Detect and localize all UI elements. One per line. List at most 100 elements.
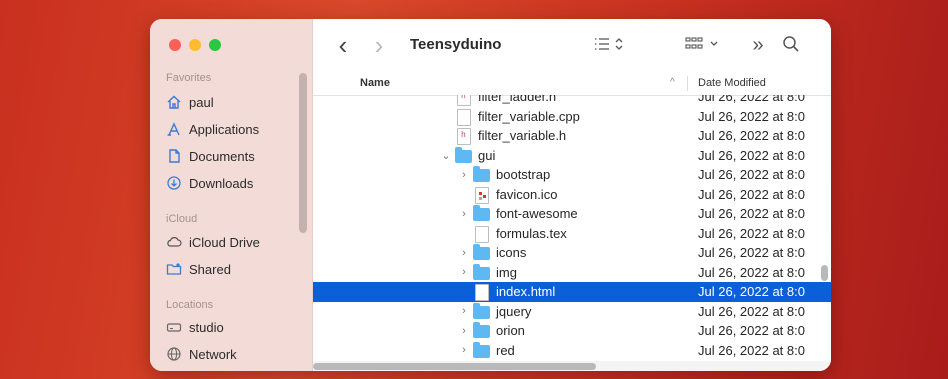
disclosure-open-icon[interactable]: ⌄	[439, 149, 453, 162]
row-name-cell: › font-awesome	[457, 204, 578, 224]
file-name: jquery	[496, 303, 532, 319]
date-modified: Jul 26, 2022 at 8:0	[698, 225, 805, 241]
file-row[interactable]: filter_ladder.h Jul 26, 2022 at 8:0	[313, 95, 831, 107]
disclosure-closed-icon[interactable]: ›	[457, 305, 471, 317]
forward-button[interactable]: ›	[369, 30, 389, 60]
back-button[interactable]: ‹	[333, 30, 353, 60]
search-button[interactable]	[779, 34, 803, 58]
name-column-header[interactable]: Name	[360, 77, 390, 89]
document-file-icon	[473, 284, 490, 302]
disclosure-closed-icon[interactable]: ›	[457, 247, 471, 259]
horizontal-scroll-thumb[interactable]	[313, 363, 596, 370]
date-modified: Jul 26, 2022 at 8:0	[698, 264, 805, 280]
document-icon	[166, 148, 182, 164]
sidebar-item-documents[interactable]: Documents	[166, 145, 255, 167]
grid-icon	[684, 34, 728, 59]
date-column-header[interactable]: Date Modified	[698, 77, 766, 89]
row-name-cell: ⌄ gui	[439, 146, 495, 166]
row-name-cell: › bootstrap	[457, 165, 550, 185]
sidebar-item-studio[interactable]: studio	[166, 316, 224, 338]
row-name-cell: filter_ladder.h	[439, 95, 556, 107]
file-row[interactable]: filter_variable.cpp Jul 26, 2022 at 8:0	[313, 107, 831, 127]
folder-icon	[455, 146, 472, 163]
date-modified: Jul 26, 2022 at 8:0	[698, 206, 805, 221]
date-modified: Jul 26, 2022 at 8:0	[698, 108, 805, 124]
horizontal-scrollbar[interactable]	[313, 361, 831, 371]
sidebar-item-downloads[interactable]: Downloads	[166, 172, 253, 194]
applications-icon	[166, 121, 182, 137]
sidebar-item-paul[interactable]: paul	[166, 91, 214, 113]
file-name: index.html	[496, 284, 556, 300]
file-row[interactable]: filter_variable.h Jul 26, 2022 at 8:0	[313, 126, 831, 146]
finder-window: Favorites paul Applications Documents Do…	[150, 19, 831, 371]
date-modified: Jul 26, 2022 at 8:0	[698, 284, 805, 299]
folder-row[interactable]: › font-awesome Jul 26, 2022 at 8:0	[313, 204, 831, 224]
home-icon	[166, 94, 182, 110]
file-name: orion	[496, 323, 525, 339]
row-name-cell: favicon.ico	[457, 185, 557, 205]
folder-icon	[473, 263, 490, 280]
row-name-cell: › orion	[457, 321, 525, 341]
date-modified: Jul 26, 2022 at 8:0	[698, 128, 805, 143]
icloud-heading: iCloud	[166, 213, 198, 225]
folder-icon	[473, 205, 490, 222]
group-button[interactable]	[683, 35, 729, 57]
row-name-cell: index.html	[457, 282, 555, 302]
sidebar-scrollbar[interactable]	[299, 73, 307, 233]
file-row[interactable]: formulas.tex Jul 26, 2022 at 8:0	[313, 224, 831, 244]
folder-icon	[473, 244, 490, 261]
disclosure-closed-icon[interactable]: ›	[457, 208, 471, 220]
window-title: Teensyduino	[410, 36, 502, 53]
shared-folder-icon	[166, 261, 182, 277]
row-name-cell: filter_variable.h	[439, 126, 566, 146]
disclosure-closed-icon[interactable]: ›	[457, 169, 471, 181]
disclosure-closed-icon[interactable]: ›	[457, 325, 471, 337]
folder-row[interactable]: › red Jul 26, 2022 at 8:0	[313, 341, 831, 361]
folder-row[interactable]: › bootstrap Jul 26, 2022 at 8:0	[313, 165, 831, 185]
download-icon	[166, 175, 182, 191]
file-list: filter_ladder.hJul 26, 2022 at 8:0filter…	[313, 95, 831, 365]
disclosure-closed-icon[interactable]: ›	[457, 344, 471, 356]
date-modified: Jul 26, 2022 at 8:0	[698, 186, 805, 202]
folder-row[interactable]: › icons Jul 26, 2022 at 8:0	[313, 243, 831, 263]
sidebar-item-network[interactable]: Network	[166, 343, 237, 365]
header-file-icon	[455, 128, 472, 146]
header-file-icon	[455, 95, 472, 107]
file-row[interactable]: index.html Jul 26, 2022 at 8:0	[313, 282, 831, 302]
sidebar-item-shared[interactable]: Shared	[166, 258, 231, 280]
file-name: gui	[478, 147, 496, 163]
date-modified: Jul 26, 2022 at 8:0	[698, 95, 805, 104]
folder-icon	[473, 302, 490, 319]
cloud-icon	[166, 234, 182, 250]
disclosure-closed-icon[interactable]: ›	[457, 266, 471, 278]
date-modified: Jul 26, 2022 at 8:0	[698, 147, 805, 163]
folder-row[interactable]: › orion Jul 26, 2022 at 8:0	[313, 321, 831, 341]
favorites-heading: Favorites	[166, 72, 212, 84]
minimize-button[interactable]	[189, 39, 201, 51]
folder-icon	[473, 341, 490, 358]
file-name: bootstrap	[496, 167, 551, 183]
row-name-cell: › icons	[457, 243, 526, 263]
view-options-button[interactable]	[592, 36, 632, 56]
folder-row[interactable]: › jquery Jul 26, 2022 at 8:0	[313, 302, 831, 322]
zoom-button[interactable]	[209, 39, 221, 51]
document-file-icon	[473, 225, 490, 243]
close-button[interactable]	[169, 39, 181, 51]
drive-icon	[166, 319, 182, 335]
sidebar-item-applications[interactable]: Applications	[166, 118, 259, 140]
sidebar-item-icloud-drive[interactable]: iCloud Drive	[166, 231, 260, 253]
sort-indicator: ^	[670, 77, 675, 88]
search-icon	[781, 34, 801, 59]
row-name-cell: › img	[457, 263, 517, 283]
more-toolbar-button[interactable]: »	[747, 33, 769, 57]
folder-icon	[473, 322, 490, 339]
folder-row[interactable]: ⌄ gui Jul 26, 2022 at 8:0	[313, 146, 831, 166]
file-name: filter_variable.cpp	[478, 108, 580, 124]
folder-row[interactable]: › img Jul 26, 2022 at 8:0	[313, 263, 831, 283]
file-row[interactable]: favicon.ico Jul 26, 2022 at 8:0	[313, 185, 831, 205]
date-modified: Jul 26, 2022 at 8:0	[698, 342, 805, 358]
column-divider[interactable]	[687, 76, 688, 91]
file-name: formulas.tex	[496, 225, 567, 241]
list-view-icon	[593, 35, 631, 58]
file-name: favicon.ico	[496, 186, 558, 202]
